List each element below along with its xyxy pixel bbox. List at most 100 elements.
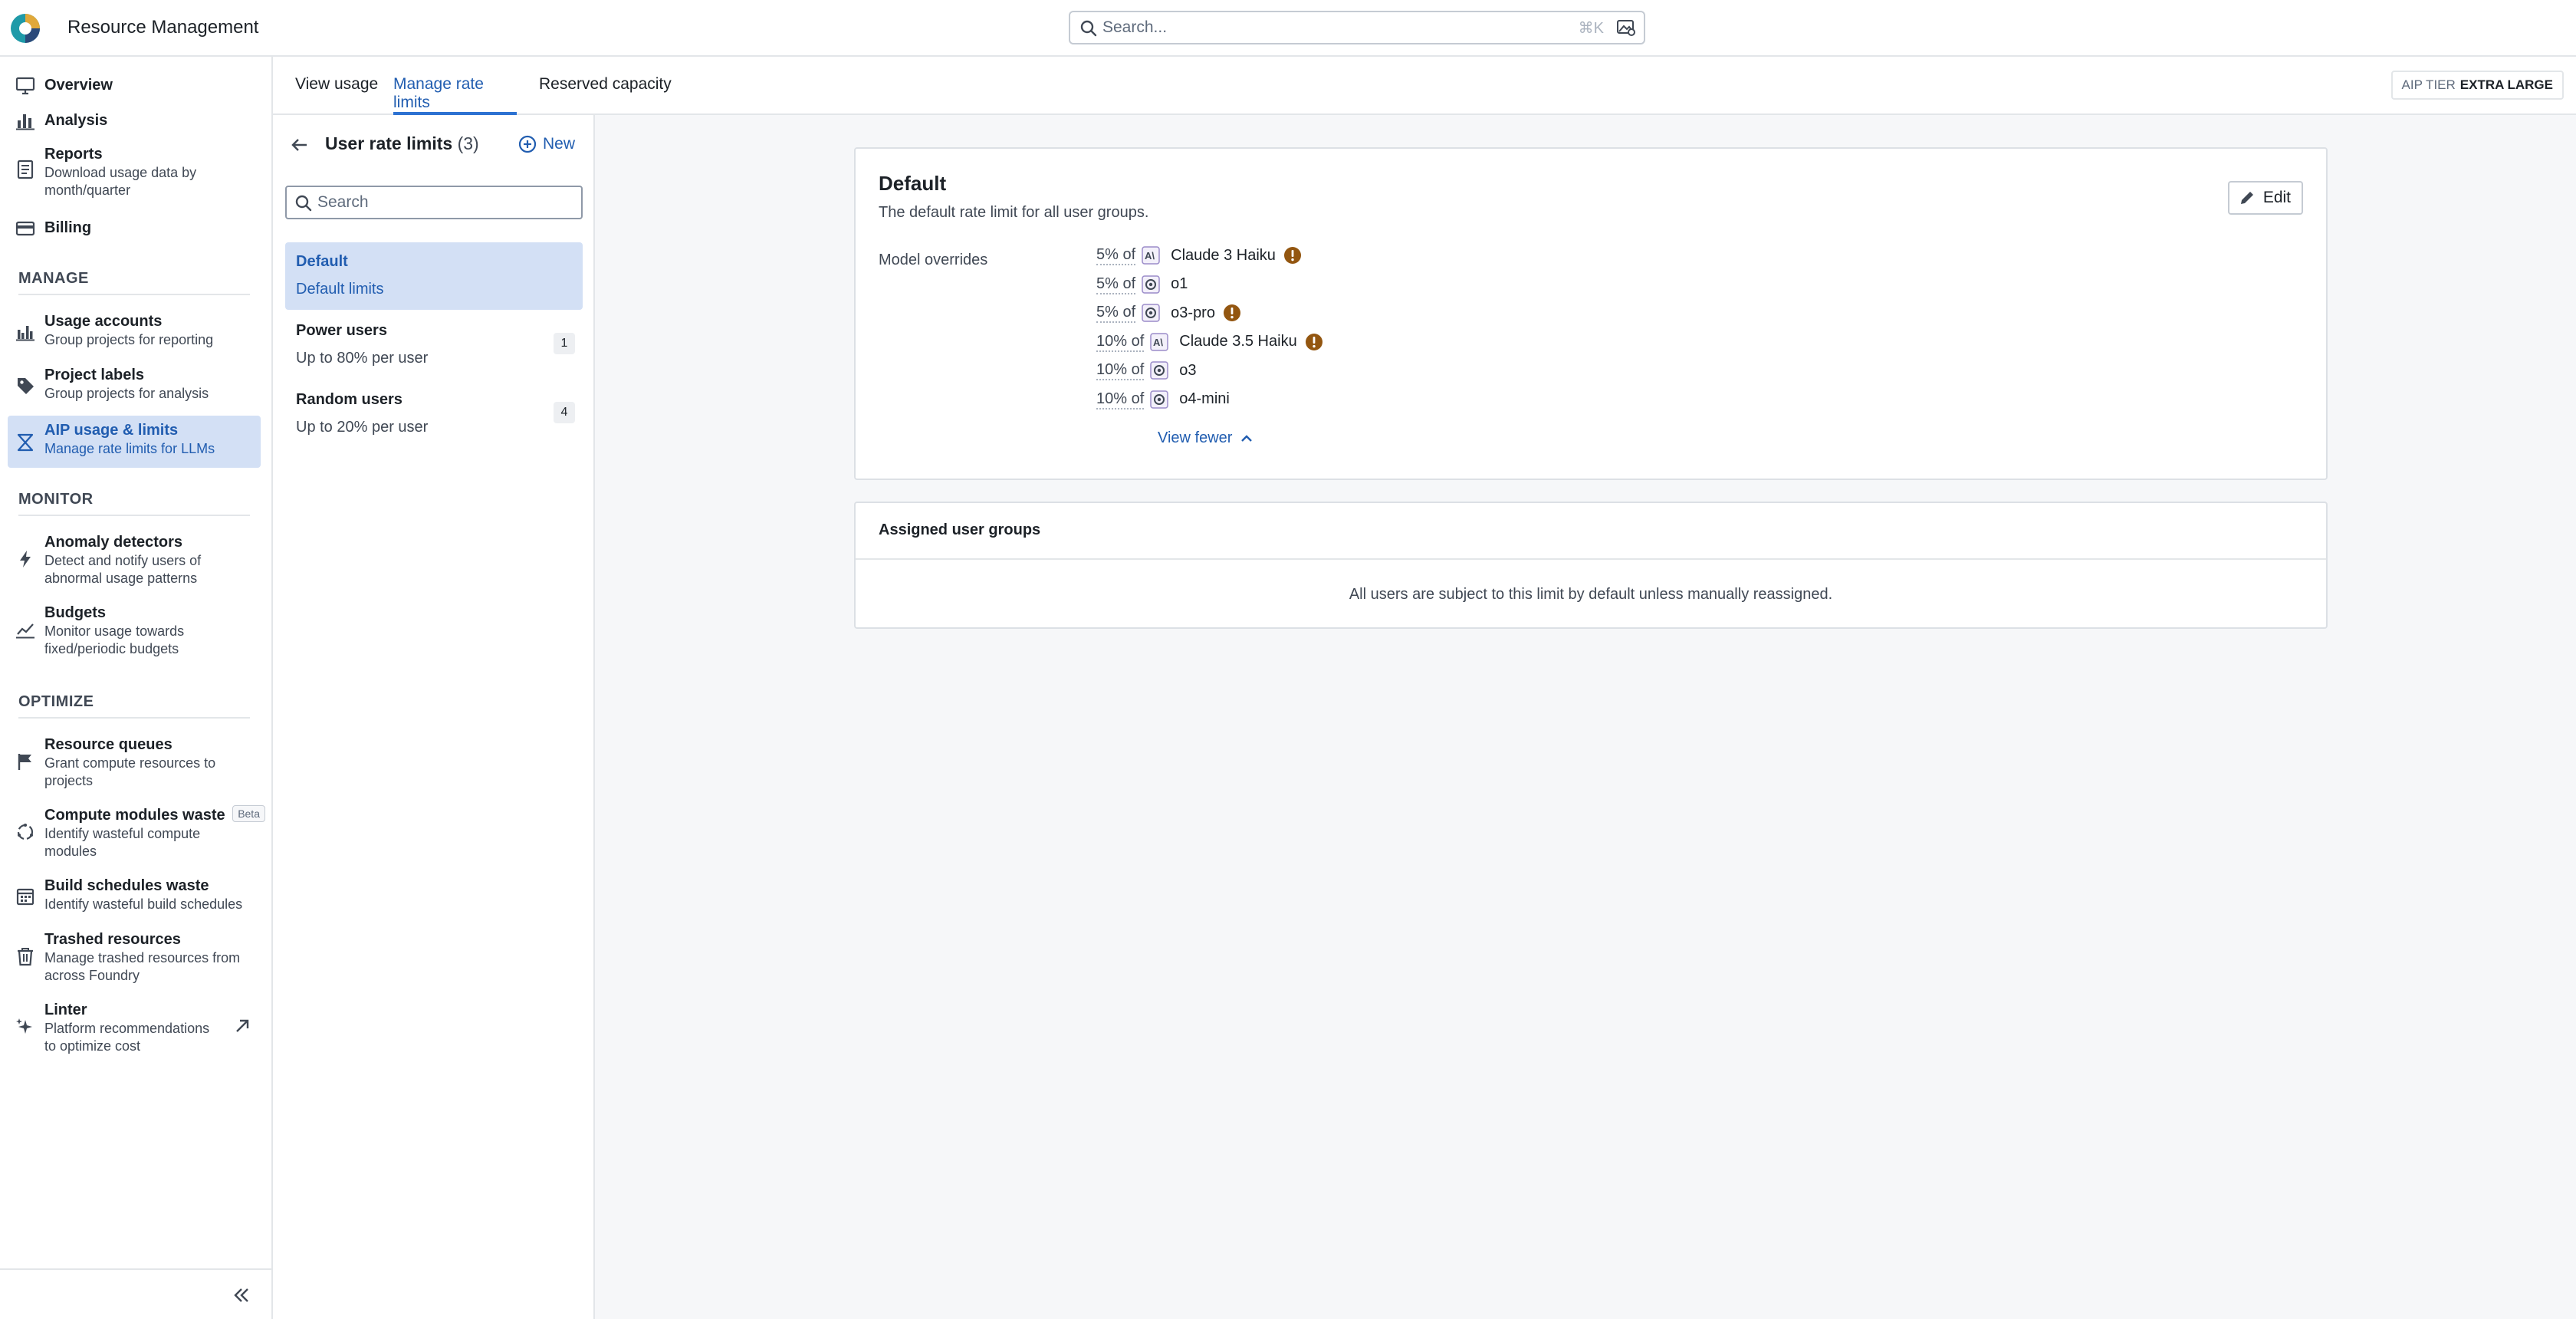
warning-icon[interactable] [1223, 304, 1241, 322]
model-override-row: 10% of A\ Claude 3.5 Haiku [1096, 331, 1323, 354]
sidebar-item-linter[interactable]: Linter Platform recommendations to optim… [8, 998, 261, 1057]
sidebar-item-reports[interactable]: Reports Download usage data by month/qua… [8, 143, 261, 198]
edit-button[interactable]: Edit [2227, 181, 2303, 215]
override-percent[interactable]: 5% of [1096, 303, 1136, 323]
list-item-title: Power users [296, 322, 387, 339]
override-model-name: Claude 3 Haiku [1171, 246, 1276, 264]
svg-text:A\: A\ [1145, 250, 1155, 261]
model-override-row: 10% of o4-mini [1096, 388, 1230, 411]
global-search-input[interactable] [1102, 15, 1532, 40]
openai-icon [1150, 390, 1169, 409]
view-fewer-label: View fewer [1158, 429, 1233, 446]
list-item-default[interactable]: Default Default limits [285, 242, 583, 310]
cycle-icon [17, 824, 34, 840]
sidebar-item-description: Group projects for reporting [44, 332, 214, 347]
override-percent[interactable]: 10% of [1096, 360, 1145, 380]
new-rate-limit-button[interactable]: New [518, 132, 575, 156]
sidebar-item-description: Identify wasteful compute modules [44, 826, 201, 859]
sidebar-item-build-schedules-waste[interactable]: Build schedules waste Identify wasteful … [8, 874, 261, 917]
aip-tier-value: EXTRA LARGE [2459, 77, 2553, 92]
sidebar-item-project-labels[interactable]: Project labels Group projects for analys… [8, 363, 261, 406]
sidebar-item-aip-usage-limits[interactable]: AIP usage & limits Manage rate limits fo… [8, 416, 261, 468]
lightning-icon [20, 551, 31, 567]
main-content: Default The default rate limit for all u… [595, 115, 2576, 1319]
double-chevron-left-icon[interactable] [232, 1285, 251, 1305]
sidebar-item-label: Trashed resources [44, 931, 181, 948]
list-title-text: User rate limits [325, 133, 453, 153]
app-logo-icon[interactable] [8, 11, 43, 46]
sparkle-icon [16, 1018, 32, 1034]
aip-tier-badge: AIP TIER EXTRA LARGE [2390, 71, 2564, 100]
override-model-name: o3 [1179, 361, 1197, 379]
sidebar-item-label: Budgets [44, 604, 106, 621]
list-item-count-badge: 1 [554, 333, 575, 354]
sidebar-item-usage-accounts[interactable]: Usage accounts Group projects for report… [8, 310, 261, 353]
credit-card-icon [15, 221, 35, 236]
sidebar-item-description: Download usage data by month/quarter [44, 165, 197, 198]
sidebar-item-description: Identify wasteful build schedules [44, 896, 243, 912]
flag-icon [18, 754, 31, 770]
sidebar-item-description: Manage rate limits for LLMs [44, 441, 215, 456]
sidebar-section-manage: MANAGE [18, 270, 250, 295]
sidebar-item-label: Overview [44, 77, 113, 94]
override-percent[interactable]: 5% of [1096, 245, 1136, 265]
tab-view-usage[interactable]: View usage [295, 75, 378, 115]
openai-icon [1142, 275, 1160, 294]
sidebar-item-analysis[interactable]: Analysis [8, 107, 261, 135]
detail-description: The default rate limit for all user grou… [879, 204, 1149, 221]
list-search[interactable] [285, 186, 583, 219]
global-search[interactable]: ⌘K [1069, 11, 1645, 44]
view-fewer-button[interactable]: View fewer [1158, 429, 1254, 447]
monitor-icon [15, 77, 35, 95]
sidebar-item-description: Group projects for analysis [44, 386, 209, 401]
override-percent[interactable]: 10% of [1096, 390, 1145, 410]
sidebar-item-description: Monitor usage towards fixed/periodic bud… [44, 623, 185, 656]
tab-manage-rate-limits[interactable]: Manage rate limits [393, 75, 517, 115]
override-model-name: o1 [1171, 275, 1188, 292]
model-override-row: 10% of o3 [1096, 359, 1197, 382]
arrow-left-icon[interactable] [290, 135, 310, 155]
app-title: Resource Management [67, 17, 259, 38]
model-override-row: 5% of o3-pro [1096, 301, 1241, 324]
image-search-icon[interactable] [1616, 18, 1636, 37]
list-item-subtitle: Up to 20% per user [296, 419, 429, 436]
new-button-label: New [542, 135, 575, 153]
sidebar-item-billing[interactable]: Billing [8, 215, 261, 242]
hourglass-icon [17, 433, 34, 452]
override-model-name: Claude 3.5 Haiku [1179, 333, 1297, 350]
search-icon [1080, 20, 1097, 37]
calendar-icon [16, 888, 34, 906]
sidebar-section-optimize: OPTIMIZE [18, 693, 250, 719]
sidebar-item-anomaly-detectors[interactable]: Anomaly detectors Detect and notify user… [8, 531, 261, 589]
sidebar: Overview Analysis Reports Download usage… [0, 57, 273, 1319]
document-icon [17, 160, 34, 179]
list-item-count-badge: 4 [554, 402, 575, 423]
sidebar-item-compute-modules-waste[interactable]: Compute modules waste Identify wasteful … [8, 804, 265, 862]
sidebar-item-label: Resource queues [44, 736, 172, 753]
grouped-bars-icon [16, 326, 34, 341]
sidebar-item-label: Billing [44, 219, 92, 236]
external-link-arrow-icon[interactable] [233, 1017, 251, 1035]
override-percent[interactable]: 10% of [1096, 332, 1145, 352]
sidebar-item-label: Reports [44, 146, 103, 163]
list-item-random-users[interactable]: Random users Up to 20% per user 4 [285, 380, 583, 448]
aip-tier-label: AIP TIER [2401, 77, 2456, 92]
sidebar-item-overview[interactable]: Overview [8, 72, 261, 100]
list-count: (3) [457, 133, 479, 153]
tab-reserved-capacity[interactable]: Reserved capacity [539, 75, 672, 115]
sidebar-item-trashed-resources[interactable]: Trashed resources Manage trashed resourc… [8, 928, 261, 986]
warning-icon[interactable] [1283, 246, 1302, 265]
list-item-power-users[interactable]: Power users Up to 80% per user 1 [285, 311, 583, 379]
sidebar-footer [0, 1268, 271, 1319]
sidebar-item-resource-queues[interactable]: Resource queues Grant compute resources … [8, 733, 261, 791]
sidebar-item-label: Compute modules waste [44, 807, 225, 824]
warning-icon[interactable] [1305, 333, 1323, 351]
chevron-up-icon [1241, 434, 1253, 442]
sidebar-item-label: Usage accounts [44, 313, 163, 330]
sidebar-item-budgets[interactable]: Budgets Monitor usage towards fixed/peri… [8, 601, 261, 660]
beta-badge: Beta [232, 805, 265, 822]
list-search-input[interactable] [317, 190, 570, 215]
openai-icon [1142, 304, 1160, 322]
override-percent[interactable]: 5% of [1096, 275, 1136, 294]
assigned-user-groups-card: Assigned user groups All users are subje… [854, 502, 2328, 629]
